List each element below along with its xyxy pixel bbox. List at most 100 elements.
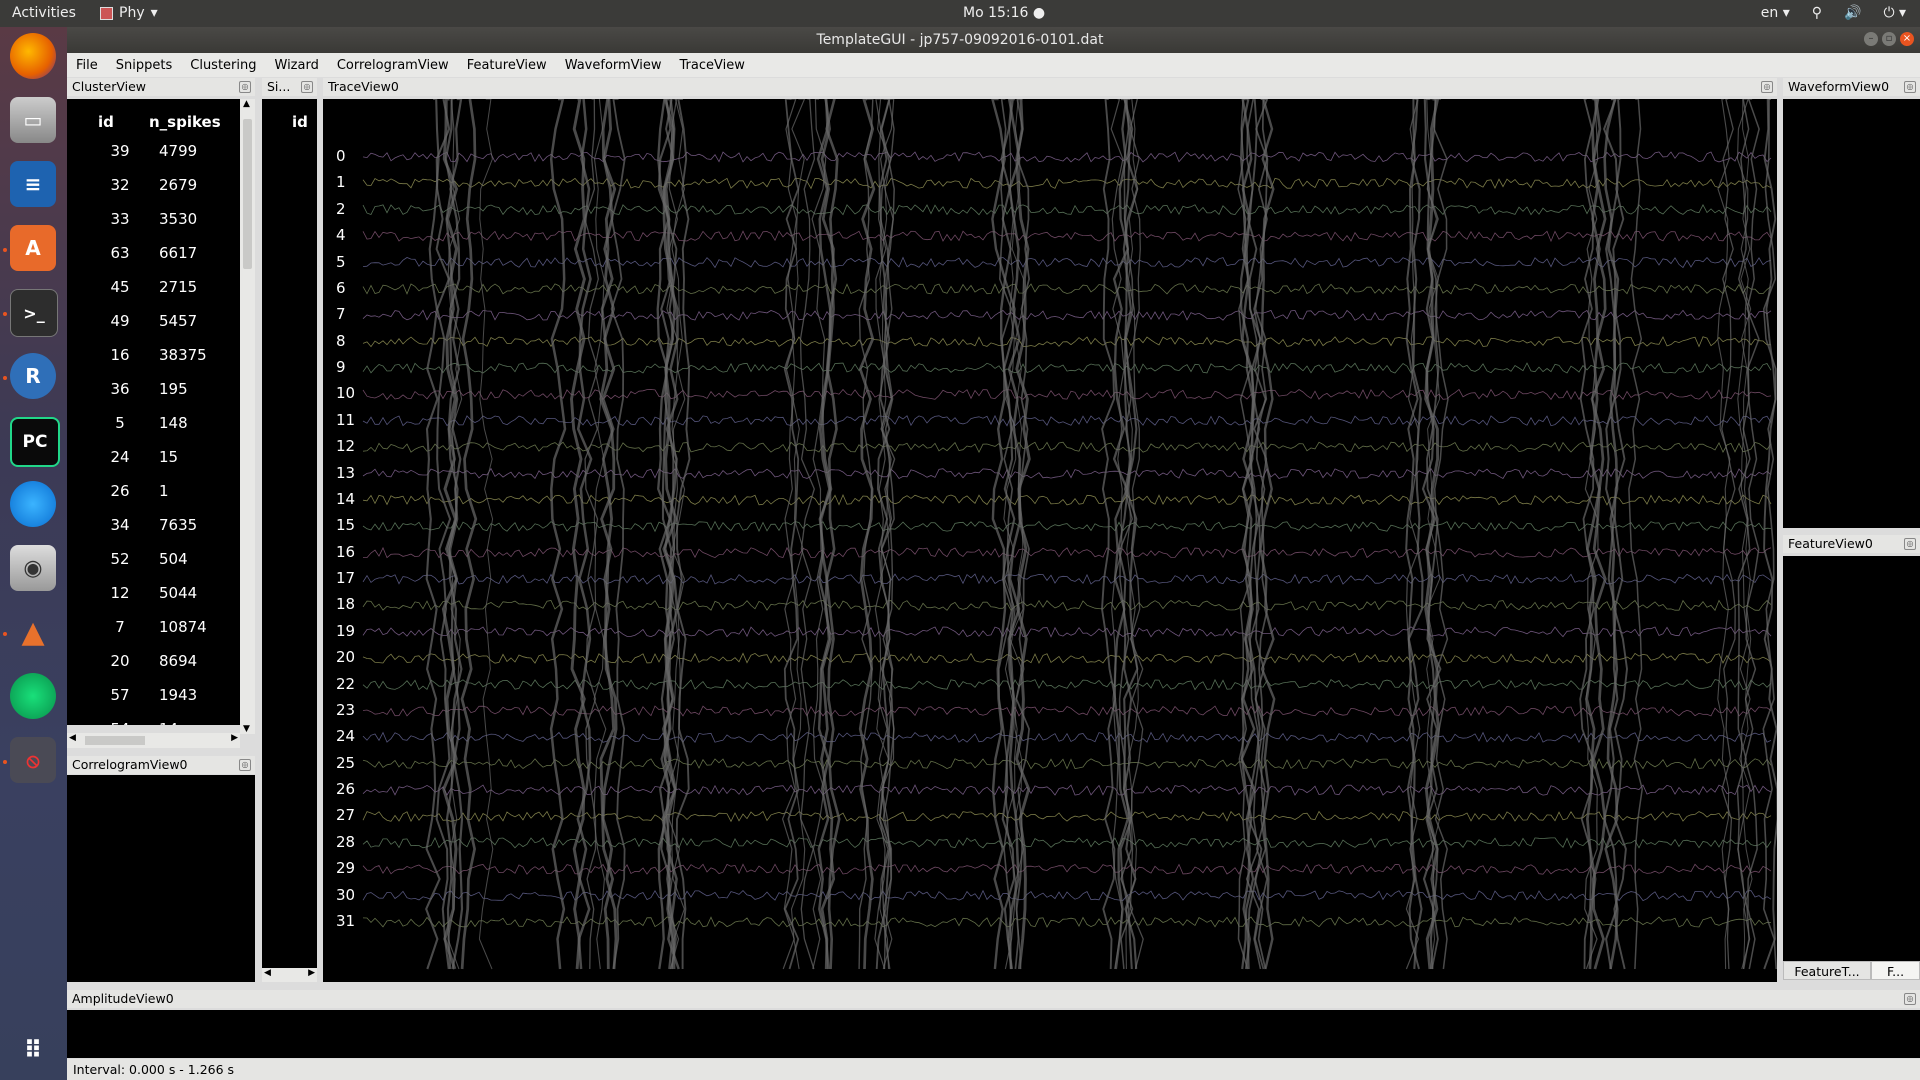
- power-icon[interactable]: ⏻ ▾: [1883, 5, 1906, 21]
- top-bar: Activities Phy ▾ Mo 15:16 ● en ▾ ⚲ 🔊 ⏻ ▾: [0, 0, 1920, 27]
- scroll-left-icon[interactable]: ◀: [69, 733, 76, 743]
- scroll-right-icon[interactable]: ▶: [308, 968, 315, 978]
- tab-feature[interactable]: F...: [1871, 961, 1920, 980]
- scrollbar-thumb[interactable]: [85, 736, 145, 745]
- table-row[interactable]: 36 195: [67, 380, 240, 414]
- menu-file[interactable]: File: [67, 58, 107, 73]
- cluster-horizontal-scrollbar[interactable]: ◀ ▶: [67, 733, 240, 748]
- writer-icon[interactable]: ≡: [10, 161, 56, 207]
- table-row[interactable]: 49 5457: [67, 312, 240, 346]
- table-row[interactable]: 34 7635: [67, 516, 240, 550]
- clusterview-titlebar[interactable]: ClusterView ◎: [67, 78, 255, 96]
- trace-line: [362, 705, 1772, 717]
- dock-close-icon[interactable]: ◎: [239, 759, 251, 771]
- cell-id: 52: [110, 550, 130, 568]
- software-icon[interactable]: A: [10, 225, 56, 271]
- correlogramview-titlebar[interactable]: CorrelogramView0 ◎: [67, 756, 255, 774]
- similarity-horizontal-scrollbar[interactable]: ◀ ▶: [262, 968, 317, 982]
- column-header-n-spikes[interactable]: n_spikes: [149, 113, 221, 131]
- table-row[interactable]: 32 2679: [67, 176, 240, 210]
- table-row[interactable]: 26 1: [67, 482, 240, 516]
- trace-plot[interactable]: [323, 99, 1777, 982]
- featureview-titlebar[interactable]: FeatureView0 ◎: [1783, 535, 1920, 553]
- amplitude-canvas[interactable]: [67, 1010, 1920, 1058]
- volume-icon[interactable]: 🔊: [1844, 5, 1861, 21]
- activities-button[interactable]: Activities: [12, 5, 76, 21]
- system-tray[interactable]: en ▾ ⚲ 🔊 ⏻ ▾: [1761, 5, 1906, 21]
- waveform-canvas[interactable]: [1783, 99, 1920, 528]
- channel-label: 14: [336, 489, 356, 508]
- table-row[interactable]: 54 14: [67, 720, 240, 725]
- menu-featureview[interactable]: FeatureView: [458, 58, 556, 73]
- correlogram-canvas[interactable]: [67, 775, 255, 982]
- table-row[interactable]: 63 6617: [67, 244, 240, 278]
- menu-traceview[interactable]: TraceView: [671, 58, 754, 73]
- table-row[interactable]: 52 504: [67, 550, 240, 584]
- channel-label: 30: [336, 885, 356, 904]
- menu-snippets[interactable]: Snippets: [107, 58, 181, 73]
- table-row[interactable]: 45 2715: [67, 278, 240, 312]
- menu-correlogramview[interactable]: CorrelogramView: [328, 58, 458, 73]
- dock-close-icon[interactable]: ◎: [239, 81, 251, 93]
- artifact-trace: [1717, 99, 1731, 970]
- camera-icon[interactable]: ◉: [10, 545, 56, 591]
- scrollbar-thumb[interactable]: [243, 119, 252, 269]
- firefox-icon[interactable]: [10, 33, 56, 79]
- tab-featuretemplate[interactable]: FeatureT...: [1783, 961, 1871, 980]
- cluster-vertical-scrollbar[interactable]: ▲ ▼: [240, 99, 255, 734]
- similarityview-titlebar[interactable]: Si... ◎: [262, 78, 317, 96]
- table-row[interactable]: 7 10874: [67, 618, 240, 652]
- close-icon[interactable]: ×: [1900, 32, 1914, 46]
- terminal-icon[interactable]: >_: [10, 289, 58, 337]
- clock[interactable]: Mo 15:16 ●: [963, 5, 1045, 21]
- blue-circle-icon[interactable]: [10, 481, 56, 527]
- matlab-icon[interactable]: ▲: [10, 609, 56, 655]
- pycharm-icon[interactable]: PC: [10, 417, 60, 467]
- table-row[interactable]: 24 15: [67, 448, 240, 482]
- table-row[interactable]: 12 5044: [67, 584, 240, 618]
- table-row[interactable]: 33 3530: [67, 210, 240, 244]
- dock-close-icon[interactable]: ◎: [1904, 993, 1916, 1005]
- dock-close-icon[interactable]: ◎: [301, 81, 313, 93]
- channel-label: 10: [336, 384, 356, 403]
- menu-waveformview[interactable]: WaveformView: [556, 58, 671, 73]
- trace-line: [362, 309, 1772, 321]
- feature-canvas[interactable]: [1783, 556, 1920, 961]
- cluster-table[interactable]: id n_spikes 39 4799 32 2679 33 3530 63 6617 45 27…: [67, 99, 240, 725]
- menu-wizard[interactable]: Wizard: [266, 58, 328, 73]
- dock-close-icon[interactable]: ◎: [1904, 81, 1916, 93]
- scroll-left-icon[interactable]: ◀: [264, 968, 271, 978]
- apps-grid-icon[interactable]: ⠿: [10, 1027, 56, 1073]
- dock-close-icon[interactable]: ◎: [1761, 81, 1773, 93]
- trace-line: [362, 810, 1772, 823]
- trace-line: [362, 283, 1772, 295]
- table-row[interactable]: 57 1943: [67, 686, 240, 720]
- table-row[interactable]: 16 38375: [67, 346, 240, 380]
- table-row[interactable]: 20 8694: [67, 652, 240, 686]
- waveformview-titlebar[interactable]: WaveformView0 ◎: [1783, 78, 1920, 96]
- similarity-table[interactable]: id: [262, 99, 317, 968]
- language-indicator[interactable]: en ▾: [1761, 5, 1790, 21]
- scroll-up-icon[interactable]: ▲: [243, 99, 250, 109]
- table-row[interactable]: 39 4799: [67, 142, 240, 176]
- traceview-titlebar[interactable]: TraceView0 ◎: [323, 78, 1777, 96]
- maximize-icon[interactable]: ▫: [1882, 32, 1896, 46]
- dock-close-icon[interactable]: ◎: [1904, 538, 1916, 550]
- column-header-id[interactable]: id: [98, 113, 114, 131]
- minimize-icon[interactable]: –: [1864, 32, 1878, 46]
- trace-line: [362, 731, 1772, 744]
- scroll-right-icon[interactable]: ▶: [231, 733, 238, 743]
- trace-line: [362, 177, 1772, 190]
- network-icon[interactable]: ⚲: [1812, 5, 1822, 21]
- blocked-icon[interactable]: ⦸: [10, 737, 56, 783]
- amplitudeview-titlebar[interactable]: AmplitudeView0 ◎: [67, 990, 1920, 1008]
- green-circle-icon[interactable]: [10, 673, 56, 719]
- menu-clustering[interactable]: Clustering: [181, 58, 265, 73]
- r-icon[interactable]: R: [10, 353, 56, 399]
- column-header-id[interactable]: id: [292, 113, 308, 131]
- files-icon[interactable]: ▭: [10, 97, 56, 143]
- scroll-down-icon[interactable]: ▼: [243, 724, 250, 734]
- app-menu[interactable]: Phy ▾: [100, 5, 158, 21]
- table-row[interactable]: 5 148: [67, 414, 240, 448]
- trace-canvas[interactable]: [323, 99, 1777, 982]
